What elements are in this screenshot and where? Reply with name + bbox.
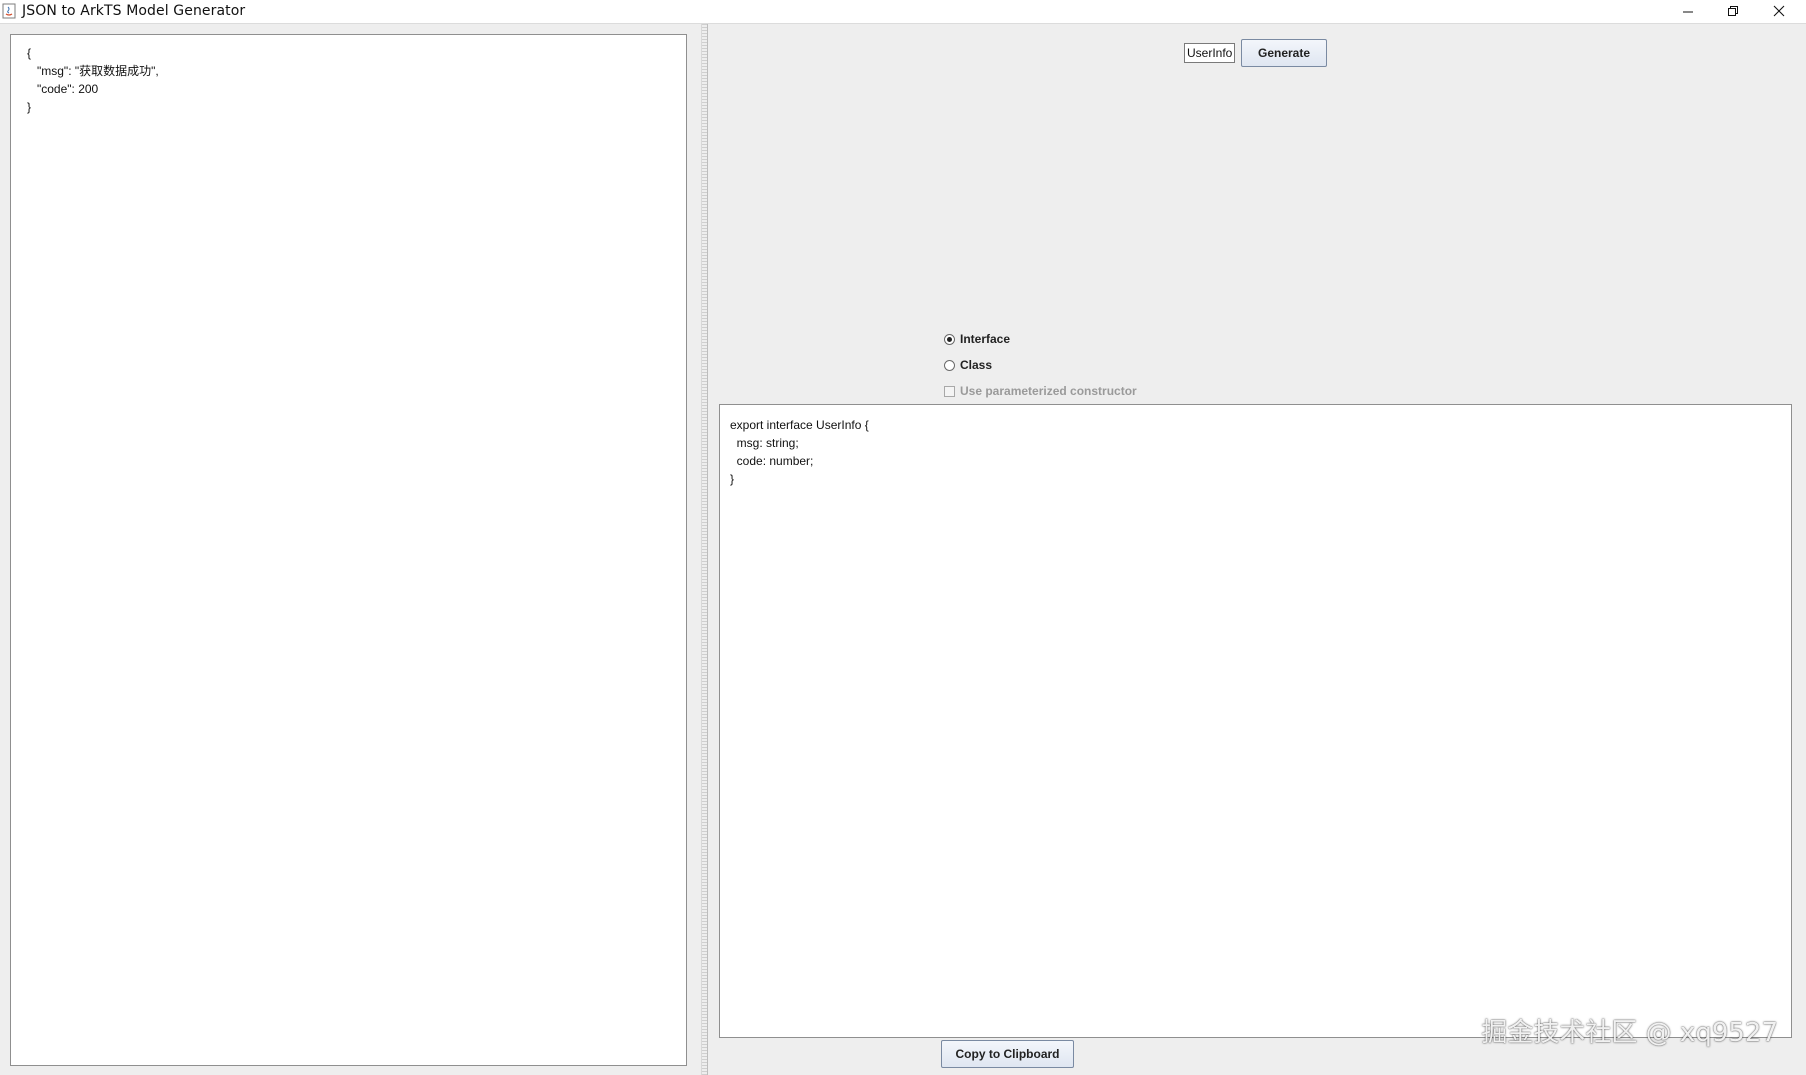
parameterized-constructor-option[interactable]: Use parameterized constructor xyxy=(944,384,1137,398)
interface-radio-label: Interface xyxy=(960,332,1011,346)
class-radio-label: Class xyxy=(960,358,993,372)
split-pane-divider[interactable] xyxy=(701,24,708,1075)
json-input-textarea[interactable]: { "msg": "获取数据成功", "code": 200 } xyxy=(10,34,687,1066)
title-bar: JSON to ArkTS Model Generator xyxy=(0,0,1806,24)
parameterized-constructor-checkbox[interactable] xyxy=(944,385,955,397)
restore-button[interactable] xyxy=(1710,0,1756,22)
minimize-icon xyxy=(1683,11,1693,13)
generate-button[interactable]: Generate xyxy=(1241,39,1327,67)
class-name-input[interactable] xyxy=(1184,43,1235,63)
parameterized-constructor-label: Use parameterized constructor xyxy=(960,384,1137,398)
minimize-button[interactable] xyxy=(1665,0,1711,22)
class-radio[interactable] xyxy=(944,359,955,371)
window-title: JSON to ArkTS Model Generator xyxy=(22,3,246,19)
class-radio-option[interactable]: Class xyxy=(944,358,992,372)
close-button[interactable] xyxy=(1756,0,1802,22)
restore-icon xyxy=(1728,6,1738,16)
watermark: 掘金技术社区 @ xq9527 xyxy=(1481,1018,1778,1048)
copy-to-clipboard-button[interactable]: Copy to Clipboard xyxy=(941,1040,1074,1068)
java-app-icon xyxy=(2,3,16,19)
generated-code-textarea[interactable]: export interface UserInfo { msg: string;… xyxy=(719,404,1792,1038)
close-icon xyxy=(1773,5,1785,17)
interface-radio-option[interactable]: Interface xyxy=(944,332,1010,346)
interface-radio[interactable] xyxy=(944,333,955,345)
